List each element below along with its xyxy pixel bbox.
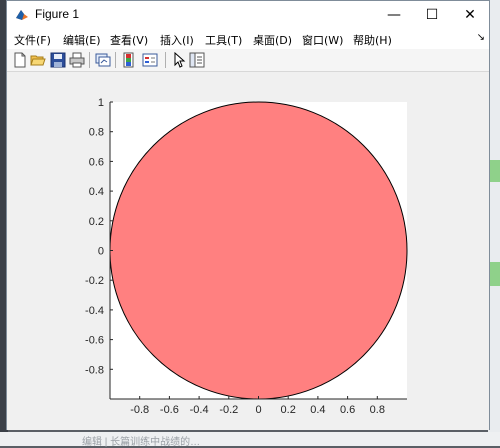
- title-bar[interactable]: Figure 1 — ☐ ✕: [7, 1, 489, 29]
- y-tick-label: 1: [98, 97, 104, 109]
- toolbar-separator: [89, 52, 90, 68]
- toolbar-separator: [165, 52, 166, 68]
- new-figure-icon[interactable]: [12, 52, 28, 68]
- background-green-panel: [490, 262, 500, 286]
- x-tick-label: -0.2: [219, 404, 238, 416]
- x-tick-label: -0.6: [160, 404, 179, 416]
- minimize-icon: —: [387, 7, 401, 23]
- y-tick-label: 0.8: [89, 127, 104, 139]
- menu-help[interactable]: 帮助(H): [353, 32, 392, 48]
- y-tick-label: -0.2: [85, 275, 104, 287]
- y-tick-label: 0: [98, 246, 104, 258]
- x-tick-label: 0.2: [281, 404, 296, 416]
- menu-view[interactable]: 查看(V): [110, 32, 148, 48]
- figure-canvas[interactable]: -0.8 -0.6 -0.4 -0.2 0 0.2 0.4 0.6 0.8 -0.8 -0.6 -0.…: [7, 72, 489, 430]
- menu-tools[interactable]: 工具(T): [205, 32, 242, 48]
- x-tick-label: -0.4: [190, 404, 209, 416]
- edit-plot-pointer-icon[interactable]: [171, 52, 187, 68]
- y-tick-label: -0.8: [85, 364, 104, 376]
- menu-overflow-icon[interactable]: ↘: [477, 32, 485, 43]
- x-tick-label: 0.4: [310, 404, 325, 416]
- insert-legend-icon[interactable]: [142, 52, 158, 68]
- x-tick-label: -0.8: [130, 404, 149, 416]
- toolbar-separator: [115, 52, 116, 68]
- background-green-panel: [490, 160, 500, 182]
- background-bottom-strip: [0, 432, 500, 446]
- minimize-button[interactable]: —: [375, 1, 413, 29]
- print-icon[interactable]: [69, 52, 85, 68]
- y-tick-label: 0.2: [89, 216, 104, 228]
- menu-file[interactable]: 文件(F): [14, 32, 51, 48]
- plot-axes[interactable]: -0.8 -0.6 -0.4 -0.2 0 0.2 0.4 0.6 0.8 -0.8 -0.6 -0.…: [7, 72, 489, 430]
- close-icon: ✕: [464, 7, 476, 23]
- x-tick-label: 0.6: [340, 404, 355, 416]
- figure-toolbar: [7, 49, 489, 72]
- y-tick-label: -0.4: [85, 305, 104, 317]
- menu-desktop[interactable]: 桌面(D): [253, 32, 292, 48]
- y-tick-label: 0.4: [89, 186, 104, 198]
- y-tick-label: 0.6: [89, 156, 104, 168]
- circle-patch: [109, 101, 408, 400]
- property-inspector-icon[interactable]: [189, 52, 205, 68]
- x-tick-label: 0: [255, 404, 261, 416]
- maximize-button[interactable]: ☐: [413, 1, 451, 29]
- figure-window: Figure 1 — ☐ ✕ 文件(F) 编辑(E) 查看(V) 插入(I) 工…: [6, 0, 490, 430]
- insert-colorbar-icon[interactable]: [121, 52, 137, 68]
- maximize-icon: ☐: [425, 7, 439, 23]
- open-file-icon[interactable]: [30, 52, 46, 68]
- window-title: Figure 1: [35, 7, 80, 21]
- menu-window[interactable]: 窗口(W): [302, 32, 343, 48]
- y-tick-label: -0.6: [85, 335, 104, 347]
- x-tick-label: 0.8: [370, 404, 385, 416]
- matlab-icon: [16, 10, 28, 20]
- save-icon[interactable]: [50, 52, 66, 68]
- menu-bar: 文件(F) 编辑(E) 查看(V) 插入(I) 工具(T) 桌面(D) 窗口(W…: [7, 29, 489, 49]
- link-plot-icon[interactable]: [95, 52, 111, 68]
- close-button[interactable]: ✕: [451, 1, 489, 29]
- menu-insert[interactable]: 插入(I): [160, 32, 194, 48]
- menu-edit[interactable]: 编辑(E): [63, 32, 101, 48]
